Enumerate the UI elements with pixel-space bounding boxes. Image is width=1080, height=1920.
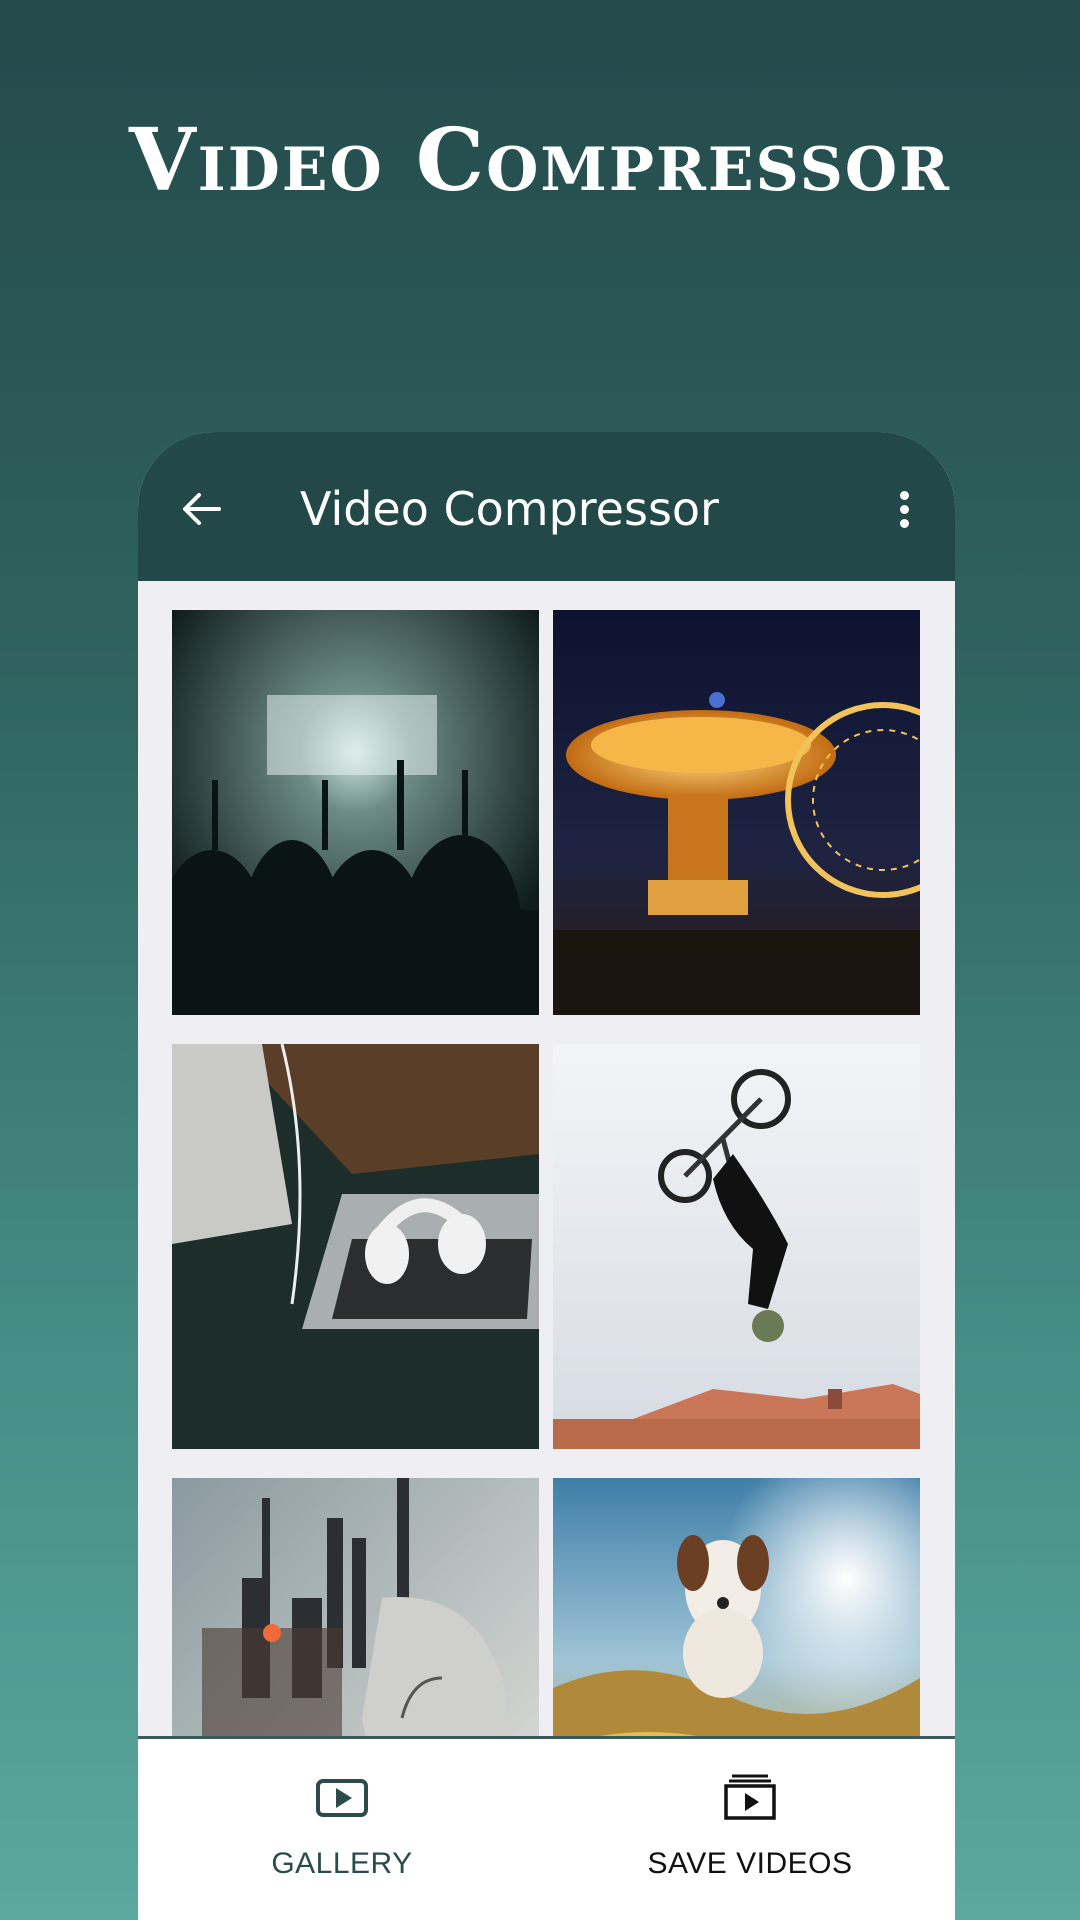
nav-save-videos[interactable]: SAVE VIDEOS xyxy=(546,1739,954,1920)
video-stack-icon xyxy=(724,1774,776,1820)
laptop-headphones-thumbnail[interactable] xyxy=(172,1044,539,1449)
video-play-icon xyxy=(316,1779,368,1817)
app-bar: Video Compressor xyxy=(138,432,955,581)
phone-frame: Video Compressor GALLERY SAVE VIDEOS xyxy=(138,432,955,1920)
back-button[interactable] xyxy=(176,484,226,534)
video-grid xyxy=(172,610,921,1883)
more-options-button[interactable] xyxy=(889,484,919,534)
more-vert-icon xyxy=(899,490,909,500)
nav-gallery[interactable]: GALLERY xyxy=(138,1739,546,1920)
app-bar-title: Video Compressor xyxy=(300,482,719,536)
bottom-navigation: GALLERY SAVE VIDEOS xyxy=(138,1736,955,1920)
nav-gallery-label: GALLERY xyxy=(271,1847,413,1880)
nav-save-videos-label: SAVE VIDEOS xyxy=(647,1847,853,1880)
concert-crowd-thumbnail[interactable] xyxy=(172,610,539,1015)
more-vert-dot xyxy=(899,518,909,528)
more-vert-dot xyxy=(899,504,909,514)
carnival-ride-thumbnail[interactable] xyxy=(553,610,920,1015)
promo-title: Video Compressor xyxy=(128,110,952,211)
back-arrow-icon xyxy=(183,493,221,525)
bmx-rider-thumbnail[interactable] xyxy=(553,1044,920,1449)
